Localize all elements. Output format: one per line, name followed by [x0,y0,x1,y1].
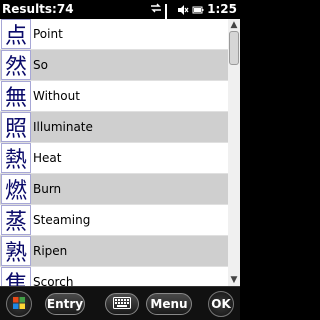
kanji-glyph: 然 [1,50,31,80]
status-icons: ✕ [150,2,204,47]
softkey-bar: Entry Menu OK [0,286,240,320]
meaning-label: Point [33,27,63,41]
list-item[interactable]: 熟 Ripen [0,236,228,267]
list-item[interactable]: 無 Without [0,81,228,112]
kanji-glyph: 熟 [1,236,31,266]
list-item[interactable]: 熱 Heat [0,143,228,174]
vertical-scrollbar[interactable]: ▲ ▼ [228,19,240,286]
kanji-glyph: 照 [1,112,31,142]
scroll-up-arrow-icon[interactable]: ▲ [228,19,240,31]
list-item[interactable]: 点 Point [0,19,228,50]
status-bar: Results:74 ✕ 1:25 [0,0,240,47]
kanji-glyph: 蒸 [1,205,31,235]
volume-muted-icon[interactable] [177,4,189,16]
meaning-label: Illuminate [33,120,93,134]
meaning-label: Heat [33,151,62,165]
kanji-glyph: 熱 [1,143,31,173]
scroll-thumb[interactable] [229,31,239,65]
signal-strength-icon: ✕ [165,3,174,47]
kanji-glyph: 無 [1,81,31,111]
meaning-label: Without [33,89,80,103]
list-item[interactable]: 照 Illuminate [0,112,228,143]
keyboard-icon [113,296,131,312]
meaning-label: Steaming [33,213,91,227]
list-item[interactable]: 蒸 Steaming [0,205,228,236]
meaning-label: Burn [33,182,62,196]
entry-softkey[interactable]: Entry [45,293,85,315]
meaning-label: Ripen [33,244,68,258]
keyboard-button[interactable] [105,293,139,315]
list-item[interactable]: 燃 Burn [0,174,228,205]
windows-logo-icon [12,295,26,314]
results-count: Results:74 [2,2,74,16]
clock[interactable]: 1:25 [207,2,237,16]
kanji-glyph: 点 [1,19,31,49]
data-sync-icon [150,2,162,17]
menu-softkey[interactable]: Menu [146,293,192,315]
battery-icon [192,4,204,16]
meaning-label: So [33,58,48,72]
list-item[interactable]: 然 So [0,50,228,81]
results-list[interactable]: 点 Point 然 So 無 Without 照 Illuminate 熱 He… [0,19,228,286]
ok-button[interactable]: OK [208,291,234,317]
kanji-glyph: 焦 [1,267,31,286]
windows-start-button[interactable] [6,291,32,317]
kanji-glyph: 燃 [1,174,31,204]
scroll-down-arrow-icon[interactable]: ▼ [228,274,240,286]
list-item[interactable]: 焦 Scorch [0,267,228,286]
meaning-label: Scorch [33,275,74,286]
